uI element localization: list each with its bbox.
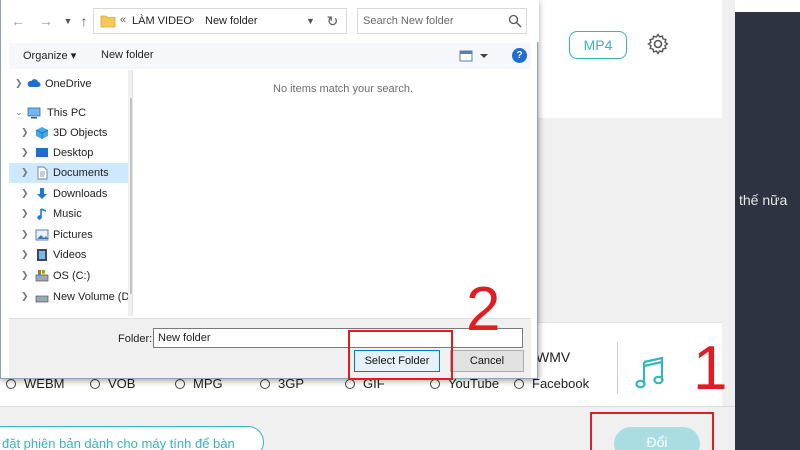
chevron-right-icon[interactable]: ❯ xyxy=(21,270,29,281)
radio-icon xyxy=(345,378,355,389)
tree-item-label: This PC xyxy=(47,107,87,119)
tree-item-label: Documents xyxy=(53,167,109,179)
address-dropdown-icon[interactable]: ▼ xyxy=(306,16,315,26)
tree-item-desktop[interactable]: ❯ Desktop xyxy=(9,143,128,163)
picture-icon xyxy=(35,229,49,241)
drive-icon xyxy=(35,295,49,303)
tree-item-label: Pictures xyxy=(53,229,93,241)
radio-icon xyxy=(260,378,270,389)
search-input[interactable] xyxy=(363,12,503,30)
radio-icon xyxy=(90,378,100,389)
tree-item-music[interactable]: ❯ Music xyxy=(9,204,128,224)
chevron-right-icon[interactable]: ❯ xyxy=(21,147,29,158)
navigation-bar: ← → ▼ ↑ « LÀM VIDEO › New folder ▼ ↻ xyxy=(1,0,539,42)
desktop-icon xyxy=(36,148,48,157)
side-panel-edge xyxy=(735,0,800,12)
chevron-right-icon[interactable]: ❯ xyxy=(21,208,29,219)
chevron-down-icon[interactable]: ⌄ xyxy=(15,107,23,118)
format-label: Facebook xyxy=(532,376,590,391)
folder-label: Folder: xyxy=(118,333,153,345)
chevron-right-icon[interactable]: ❯ xyxy=(21,229,29,240)
tree-item-label: OneDrive xyxy=(45,78,92,90)
music-note-icon xyxy=(37,208,47,220)
folder-icon xyxy=(100,15,116,28)
tree-item-label: Desktop xyxy=(53,147,94,159)
tree-item-downloads[interactable]: ❯ Downloads xyxy=(9,184,128,204)
drive-icon xyxy=(35,270,49,282)
side-panel-text: thế nữa xyxy=(739,192,788,208)
tree-item-this-pc[interactable]: ⌄ This PC xyxy=(9,103,128,123)
annotation-number-2: 2 xyxy=(466,275,501,344)
organize-button[interactable]: Organize ▾ xyxy=(23,49,76,62)
format-option-wmv[interactable]: WMV xyxy=(536,349,570,365)
empty-message: No items match your search. xyxy=(273,83,413,95)
tree-item-onedrive[interactable]: ❯ OneDrive xyxy=(9,74,128,94)
tree-item-label: New Volume (D xyxy=(53,291,130,303)
chevron-right-icon[interactable]: ❯ xyxy=(21,127,29,138)
side-panel xyxy=(735,0,800,450)
navigation-pane: ❯ OneDrive ⌄ This PC ❯ 3D Objects ❯ Desk… xyxy=(9,70,133,316)
chevron-right-icon[interactable]: ❯ xyxy=(21,249,29,260)
select-folder-dialog: ← → ▼ ↑ « LÀM VIDEO › New folder ▼ ↻ Org… xyxy=(0,0,539,379)
breadcrumb-chevron-icon[interactable]: › xyxy=(191,14,195,26)
tree-item-pictures[interactable]: ❯ Pictures xyxy=(9,225,128,245)
promo-text[interactable]: đặt phiên bản dành cho máy tính để bàn xyxy=(2,436,235,450)
tree-item-label: 3D Objects xyxy=(53,127,108,139)
forward-arrow-icon[interactable]: → xyxy=(37,12,55,30)
annotation-number-1: 1 xyxy=(693,334,728,403)
breadcrumb-segment[interactable]: LÀM VIDEO xyxy=(132,15,192,27)
tree-item-label: OS (C:) xyxy=(53,270,91,282)
video-icon xyxy=(37,249,47,261)
scrollbar-thumb[interactable] xyxy=(130,98,132,294)
document-icon xyxy=(37,166,48,180)
radio-icon xyxy=(6,378,16,389)
cancel-button[interactable]: Cancel xyxy=(450,350,524,372)
divider xyxy=(617,342,618,394)
chevron-right-icon[interactable]: ❯ xyxy=(21,188,29,199)
view-options-icon[interactable] xyxy=(459,48,489,64)
annotation-box-convert xyxy=(590,412,714,450)
radio-icon xyxy=(430,378,440,389)
annotation-box-select-folder xyxy=(348,330,453,380)
breadcrumb-segment[interactable]: New folder xyxy=(205,15,258,27)
download-icon xyxy=(37,188,47,199)
gear-icon[interactable] xyxy=(646,32,670,56)
help-icon[interactable]: ? xyxy=(512,48,527,63)
format-button[interactable]: MP4 xyxy=(569,31,627,59)
tree-item-label: Videos xyxy=(53,249,87,261)
address-overflow[interactable]: « xyxy=(120,14,126,26)
cube-icon xyxy=(35,127,49,139)
new-folder-button[interactable]: New folder xyxy=(101,49,154,61)
chevron-right-icon[interactable]: ❯ xyxy=(21,291,29,302)
dialog-toolbar: Organize ▾ New folder ? xyxy=(9,43,531,69)
radio-icon xyxy=(175,378,185,389)
tree-item-new-volume-d[interactable]: ❯ New Volume (D xyxy=(9,287,130,307)
tree-item-documents[interactable]: ❯ Documents xyxy=(9,163,128,183)
back-arrow-icon[interactable]: ← xyxy=(9,12,27,30)
refresh-icon[interactable]: ↻ xyxy=(319,8,347,34)
search-box[interactable] xyxy=(357,8,527,34)
tree-item-videos[interactable]: ❯ Videos xyxy=(9,245,128,265)
tree-item-label: Downloads xyxy=(53,188,108,200)
up-arrow-icon[interactable]: ↑ xyxy=(75,12,93,30)
address-bar[interactable]: « LÀM VIDEO › New folder ▼ xyxy=(93,8,347,34)
chevron-right-icon[interactable]: ❯ xyxy=(21,167,29,178)
chevron-right-icon[interactable]: ❯ xyxy=(15,78,23,89)
tree-item-os-c[interactable]: ❯ OS (C:) xyxy=(9,266,128,286)
music-note-icon[interactable] xyxy=(634,355,666,389)
radio-icon xyxy=(514,378,524,389)
computer-icon xyxy=(27,107,41,119)
search-icon xyxy=(508,14,522,28)
cloud-icon xyxy=(27,79,41,87)
tree-item-label: Music xyxy=(53,208,82,220)
tree-item-3d-objects[interactable]: ❯ 3D Objects xyxy=(9,123,128,143)
